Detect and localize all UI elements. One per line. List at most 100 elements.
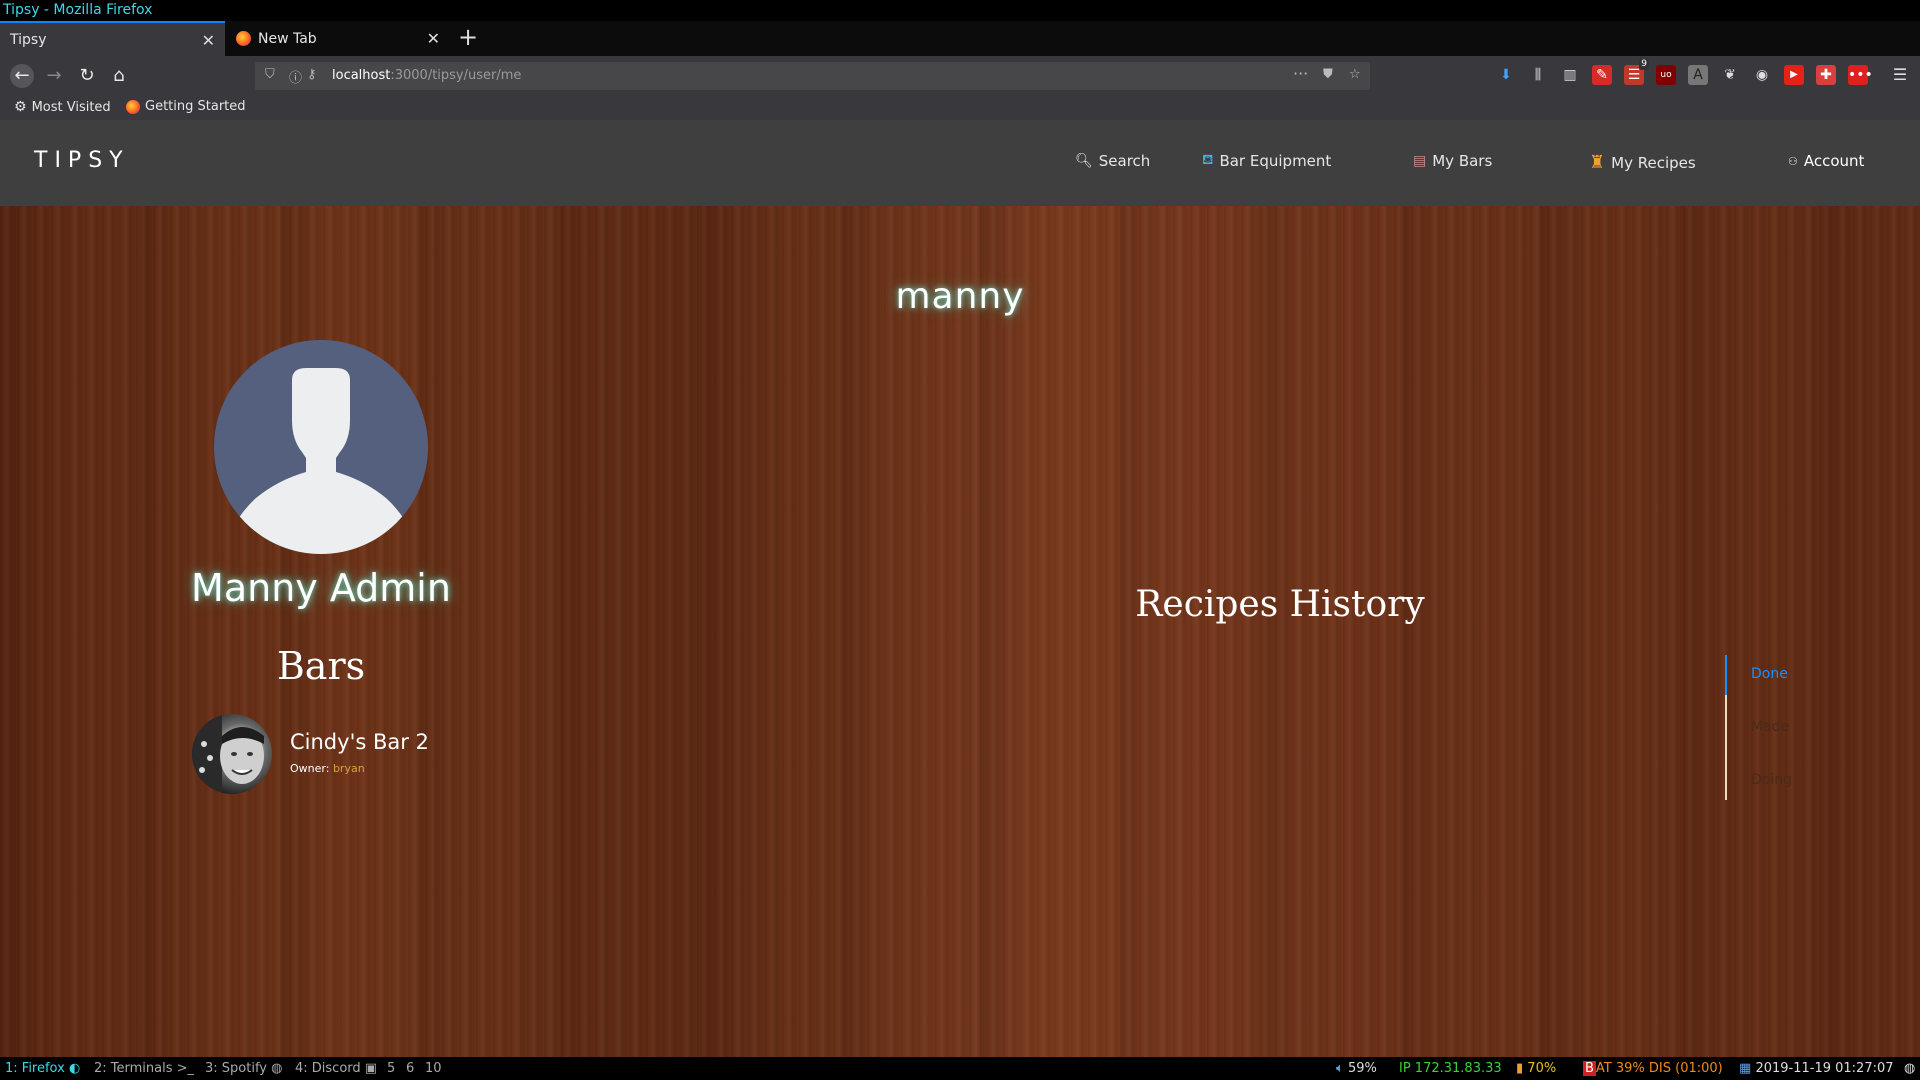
library-icon[interactable]: ⫼ [1528, 65, 1548, 85]
terminal-icon: >_ [176, 1061, 195, 1076]
datetime-value: 2019-11-19 01:27:07 [1755, 1061, 1894, 1076]
battery-icon: B [1583, 1061, 1596, 1076]
bar-name[interactable]: Cindy's Bar 2 [290, 730, 429, 754]
nav-search[interactable]: 🔍︎ Search [1075, 152, 1150, 170]
bar-equipment-icon: ⛾ [1202, 152, 1214, 168]
bookmark-getting-started[interactable]: Getting Started [126, 99, 246, 114]
extension-dots-icon[interactable]: ••• [1848, 65, 1873, 85]
clock-status: ▦ 2019-11-19 01:27:07 [1739, 1057, 1894, 1080]
profile-username: manny [895, 276, 1025, 317]
nav-account[interactable]: ⚇ Account [1788, 152, 1864, 170]
tab-done[interactable]: Done [1751, 666, 1788, 682]
nav-my-bars[interactable]: ▤ My Bars [1413, 152, 1492, 170]
bookmark-label: Most Visited [31, 99, 111, 115]
spotify-icon: ◍ [271, 1061, 283, 1076]
calendar-icon: ▦ [1739, 1061, 1752, 1076]
back-button[interactable]: ← [10, 64, 34, 88]
more-actions-icon[interactable]: ··· [1293, 64, 1308, 83]
workspace-label: 2: Terminals [94, 1061, 173, 1076]
active-tab-marker [1725, 655, 1727, 695]
wifi-icon: ▮ [1516, 1061, 1524, 1076]
ublock-icon[interactable]: uo [1656, 65, 1676, 85]
bar-thumbnail [192, 714, 272, 794]
sidebar-icon[interactable]: ▥ [1560, 65, 1580, 85]
nav-label: My Bars [1432, 152, 1493, 170]
workspace-spotify[interactable]: 3: Spotify ◍ [205, 1057, 282, 1080]
bookmarks-toolbar: ⚙ Most Visited Getting Started [0, 96, 1920, 120]
extension-bird-icon[interactable]: ❦ [1720, 65, 1740, 85]
extension-badge-icon[interactable]: ☰ 9 [1624, 59, 1649, 85]
firefox-icon [236, 31, 251, 46]
battery-value: AT 39% DIS (01:00) [1595, 1061, 1723, 1076]
site-logo[interactable]: TIPSY [34, 148, 130, 173]
shield-icon[interactable]: ⛉ [265, 67, 275, 82]
workspace-discord[interactable]: 4: Discord ▣ [295, 1057, 377, 1080]
extension-pen-icon[interactable]: ✎ [1592, 65, 1612, 85]
tab-label: Tipsy [10, 31, 47, 48]
url-text: localhost:3000/tipsy/user/me [332, 68, 521, 83]
bar-owner: Owner: bryan [290, 762, 365, 775]
my-bars-icon: ▤ [1413, 153, 1427, 169]
info-icon[interactable]: ⓘ [289, 67, 302, 86]
system-taskbar: 1: Firefox ◐ 2: Terminals >_ 3: Spotify … [0, 1057, 1920, 1080]
recipes-history-heading: Recipes History [1135, 584, 1425, 625]
nav-label: Account [1803, 152, 1865, 170]
ip-status: IP 172.31.83.33 [1399, 1061, 1502, 1076]
extension-badge-count: 9 [1639, 59, 1649, 70]
youtube-icon[interactable]: ▶ [1784, 65, 1804, 85]
new-tab-button[interactable]: + [458, 23, 478, 51]
extension-a-icon[interactable]: A [1688, 65, 1708, 85]
tab-tipsy[interactable]: Tipsy ✕ [0, 21, 225, 56]
battery-status: B AT 39% DIS (01:00) [1583, 1057, 1723, 1080]
search-icon: 🔍︎ [1075, 153, 1093, 169]
workspace-6[interactable]: 6 [406, 1057, 414, 1080]
wifi-status: ▮ 70% [1516, 1057, 1556, 1080]
volume-status[interactable]: 🔈︎ 59% [1336, 1057, 1377, 1080]
window-title: Tipsy - Mozilla Firefox [0, 0, 1920, 21]
account-icon: ⚇ [1788, 154, 1798, 168]
nav-my-recipes[interactable]: ♜ My Recipes [1589, 152, 1696, 173]
volume-value: 59% [1347, 1061, 1377, 1076]
tab-new-tab[interactable]: New Tab ✕ [228, 21, 450, 56]
tray-icon[interactable]: ◍ [1904, 1057, 1915, 1080]
url-path: :3000/tipsy/user/me [390, 68, 522, 83]
recipes-history-tabs: Done Made Doing [1725, 655, 1845, 800]
pocket-icon[interactable]: ⛊ [1323, 67, 1333, 82]
reload-button[interactable]: ↻ [75, 64, 99, 88]
close-icon[interactable]: ✕ [427, 29, 440, 48]
profile-avatar [214, 340, 428, 554]
workspace-label: 3: Spotify [205, 1061, 267, 1076]
page-content: TIPSY 🔍︎ Search ⛾ Bar Equipment ▤ My Bar… [0, 120, 1920, 1057]
workspace-label: 4: Discord [295, 1061, 361, 1076]
navigation-toolbar: ← → ↻ ⌂ ⛉ ⓘ ⚷ localhost:3000/tipsy/user/… [0, 56, 1920, 96]
profile-full-name: Manny Admin [191, 566, 451, 610]
account-circle-icon[interactable]: ◉ [1752, 65, 1772, 85]
my-recipes-icon: ♜ [1589, 152, 1606, 173]
owner-link[interactable]: bryan [333, 762, 365, 775]
hamburger-menu-icon[interactable]: ☰ [1890, 65, 1910, 85]
close-icon[interactable]: ✕ [202, 31, 215, 50]
tab-label: New Tab [258, 30, 317, 47]
firefox-icon: ◐ [68, 1061, 81, 1076]
tab-doing[interactable]: Doing [1751, 772, 1792, 788]
bookmark-most-visited[interactable]: ⚙ Most Visited [14, 99, 111, 115]
url-bar[interactable]: ⛉ ⓘ ⚷ localhost:3000/tipsy/user/me ··· ⛊… [255, 62, 1370, 90]
nav-bar-equipment[interactable]: ⛾ Bar Equipment [1202, 152, 1331, 170]
wifi-value: 70% [1527, 1061, 1557, 1076]
workspace-10[interactable]: 10 [425, 1057, 442, 1080]
tab-bar: Tipsy ✕ New Tab ✕ + [0, 21, 1920, 56]
bar-photo-icon [192, 714, 264, 794]
home-button[interactable]: ⌂ [107, 64, 131, 88]
forward-button[interactable]: → [42, 64, 66, 88]
bookmark-star-icon[interactable]: ☆ [1349, 67, 1361, 82]
workspace-terminals[interactable]: 2: Terminals >_ [94, 1057, 194, 1080]
discord-icon: ▣ [364, 1061, 378, 1076]
key-icon[interactable]: ⚷ [307, 67, 317, 82]
workspace-firefox[interactable]: 1: Firefox ◐ [5, 1057, 80, 1080]
tab-made[interactable]: Made [1751, 719, 1789, 735]
workspace-5[interactable]: 5 [387, 1057, 395, 1080]
downloads-icon[interactable]: ⬇ [1496, 65, 1516, 85]
extension-puzzle-icon[interactable]: ✚ [1816, 65, 1836, 85]
volume-icon: 🔈︎ [1336, 1061, 1344, 1076]
avatar-silhouette-icon [222, 368, 420, 554]
